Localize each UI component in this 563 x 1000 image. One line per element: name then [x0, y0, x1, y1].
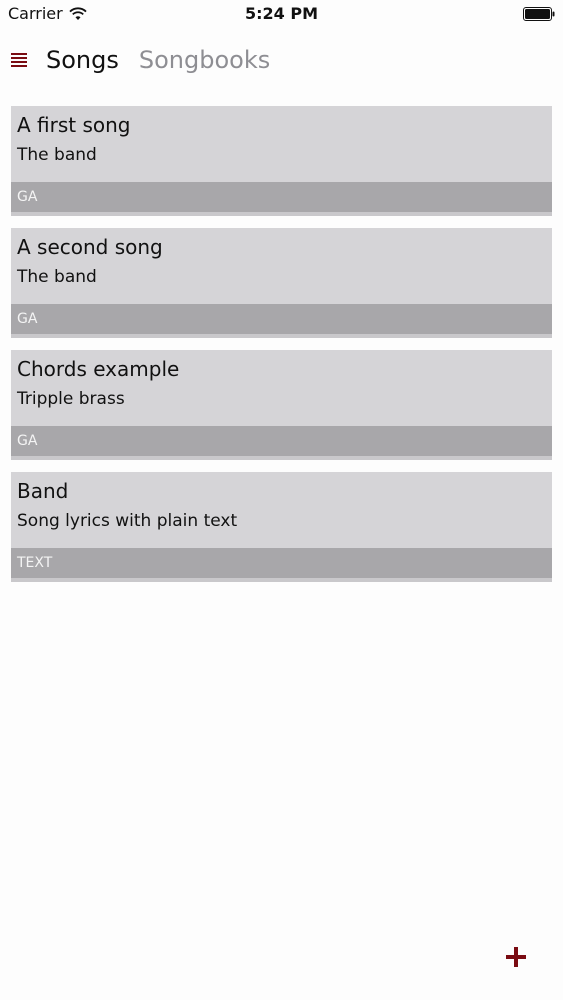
song-card[interactable]: Band Song lyrics with plain text TEXT [11, 472, 552, 582]
song-list: A first song The band GA A second song T… [11, 106, 552, 594]
song-type-badge: TEXT [11, 548, 552, 578]
song-title: Band [17, 479, 69, 503]
clock: 5:24 PM [244, 4, 318, 23]
battery-icon [523, 7, 555, 21]
tab-songs[interactable]: Songs [46, 46, 119, 74]
top-nav: Songs Songbooks [0, 40, 563, 80]
song-type-badge: GA [11, 182, 552, 212]
tab-songbooks[interactable]: Songbooks [139, 46, 270, 74]
song-artist: The band [17, 267, 97, 287]
song-artist: Tripple brass [17, 389, 125, 409]
song-type-badge: GA [11, 304, 552, 334]
song-title: A first song [17, 113, 131, 137]
song-card[interactable]: A first song The band GA [11, 106, 552, 216]
song-card[interactable]: Chords example Tripple brass GA [11, 350, 552, 460]
song-title: Chords example [17, 357, 180, 381]
song-artist: The band [17, 145, 97, 165]
song-artist: Song lyrics with plain text [17, 511, 238, 531]
song-type-badge: GA [11, 426, 552, 456]
plus-icon[interactable] [505, 946, 527, 968]
song-card[interactable]: A second song The band GA [11, 228, 552, 338]
song-title: A second song [17, 235, 163, 259]
menu-icon[interactable] [10, 51, 28, 69]
app-screen: Carrier 5:24 PM Songs Songbooks A first … [0, 0, 563, 1000]
status-bar: Carrier 5:24 PM [0, 0, 563, 30]
